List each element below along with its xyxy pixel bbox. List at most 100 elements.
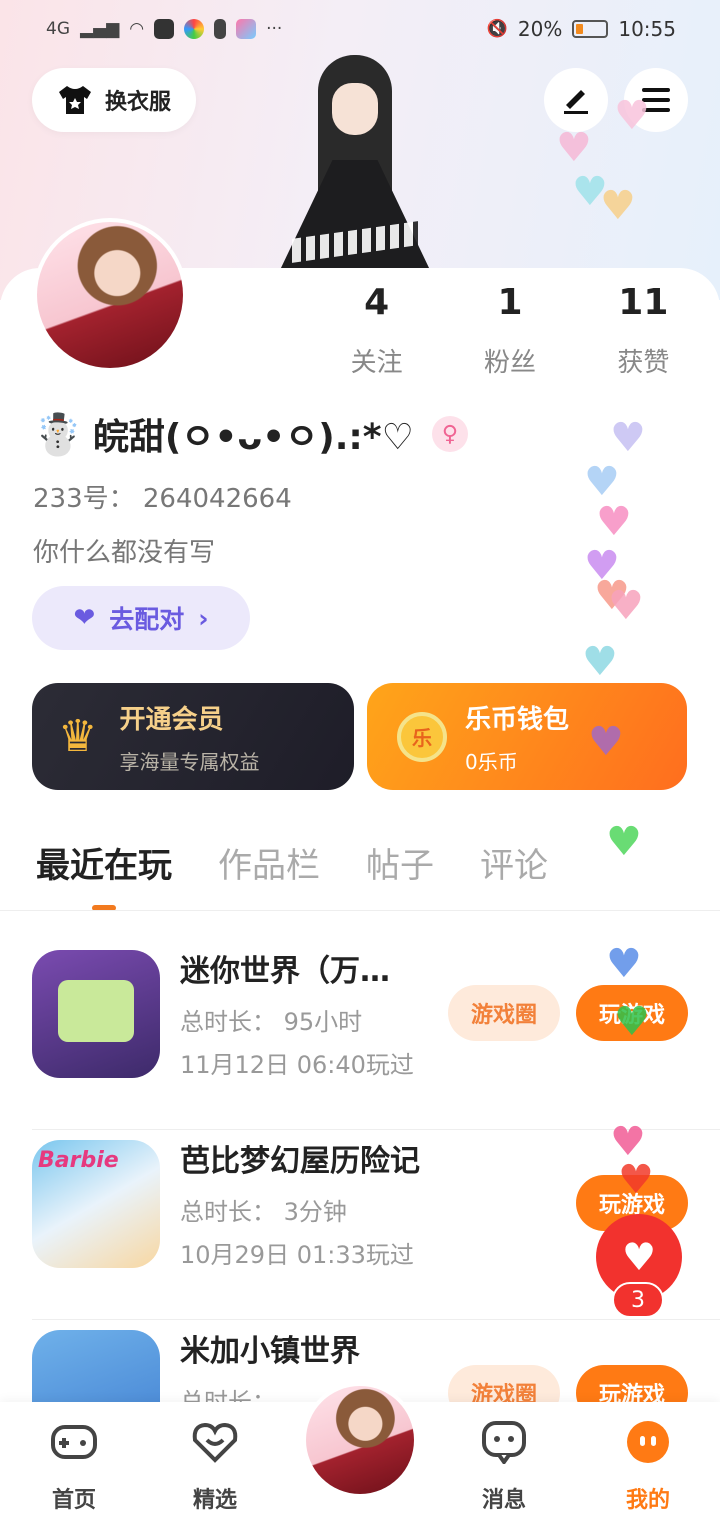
edit-profile-button[interactable] <box>544 68 608 132</box>
app-icon-4 <box>236 19 257 39</box>
nav-label: 首页 <box>51 1488 96 1513</box>
vip-subtitle: 享海量专属权益 <box>119 749 260 774</box>
floating-heart-icon: ♥ <box>608 583 644 629</box>
nickname-row: ☃️ 皖甜(ㅇ•ᴗ•ㅇ).:*♡ ♀ <box>33 408 468 460</box>
floating-heart-icon: ♥ <box>618 1157 654 1203</box>
stat-likes[interactable]: 11 获赞 <box>577 280 710 379</box>
status-right: 🔇 20% 10:55 <box>487 17 676 41</box>
floating-heart-icon: ♥ <box>588 719 624 765</box>
floating-heart-icon: ♥ <box>584 459 620 505</box>
profile-avatar[interactable] <box>33 218 187 372</box>
profile-stats: 4 关注 1 粉丝 11 获赞 <box>310 280 710 379</box>
game-name: 米加小镇世界 <box>180 1334 360 1369</box>
vip-card[interactable]: ♛ 开通会员 享海量专属权益 <box>32 683 354 790</box>
female-icon: ♀ <box>431 416 468 452</box>
pair-button[interactable]: ❤ 去配对 › <box>32 586 250 650</box>
game-name: 芭比梦幻屋历险记 <box>180 1144 420 1179</box>
nav-avatar[interactable] <box>302 1382 418 1498</box>
floating-heart-icon: ♥ <box>596 499 632 545</box>
app-icon-3 <box>214 19 227 39</box>
signal-indicator: 4G <box>46 19 70 39</box>
floating-heart-icon: ♥ <box>606 819 642 865</box>
avatar-image <box>37 222 183 368</box>
chat-icon <box>480 1420 528 1464</box>
dress-up-label: 换衣服 <box>104 90 171 115</box>
game-icon[interactable] <box>32 950 160 1078</box>
bio[interactable]: 你什么都没有写 <box>33 532 215 569</box>
avatar-character[interactable] <box>270 55 440 270</box>
status-left: 4G ▂▄▆ ◠ ··· <box>46 19 282 39</box>
stat-value: 4 <box>364 282 390 323</box>
nav-messages[interactable]: 消息 <box>454 1420 554 1514</box>
wifi-icon: ◠ <box>129 19 145 39</box>
wallet-card[interactable]: 乐 乐币钱包 0乐币 <box>367 683 687 790</box>
heart-icon: ♥ <box>621 1235 657 1279</box>
tab-works[interactable]: 作品栏 <box>218 838 320 905</box>
app-icon-1 <box>154 19 175 39</box>
floating-heart-icon: ♥ <box>556 125 592 171</box>
game-last-played: 11月12日 06:40玩过 <box>180 1051 414 1079</box>
wallet-title: 乐币钱包 <box>465 704 570 735</box>
floating-heart-icon: ♥ <box>610 415 646 461</box>
more-notifications-icon: ··· <box>266 19 283 39</box>
dress-up-button[interactable]: 换衣服 <box>32 68 196 132</box>
tshirt-icon <box>58 86 91 114</box>
chevron-right-icon: › <box>198 603 209 633</box>
stat-label: 获赞 <box>617 348 670 378</box>
wallet-text: 乐币钱包 0乐币 <box>465 699 569 775</box>
face-icon <box>624 1420 672 1464</box>
divider <box>0 910 720 911</box>
floating-heart-icon: ♥ <box>614 999 650 1045</box>
game-info: 芭比梦幻屋历险记 总时长： 3分钟 10月29日 01:33玩过 <box>180 1140 450 1319</box>
mute-icon: 🔇 <box>486 19 508 39</box>
stat-value: 1 <box>497 282 523 323</box>
wallet-subtitle: 0乐币 <box>465 749 518 774</box>
tab-recent[interactable]: 最近在玩 <box>36 838 172 905</box>
pair-label: 去配对 <box>109 605 185 634</box>
like-count-badge: 3 <box>612 1282 664 1318</box>
purple-heart-icon: ❤ <box>73 603 96 633</box>
stat-following[interactable]: 4 关注 <box>310 280 443 379</box>
game-last-played: 10月29日 01:33玩过 <box>180 1241 414 1269</box>
nav-label: 消息 <box>481 1488 526 1513</box>
floating-heart-icon: ♥ <box>614 93 650 139</box>
tab-comments[interactable]: 评论 <box>480 838 548 905</box>
nav-featured[interactable]: 精选 <box>165 1420 265 1514</box>
nav-label: 精选 <box>192 1488 237 1513</box>
stat-label: 关注 <box>350 348 403 378</box>
edit-icon <box>564 90 588 114</box>
game-info: 迷你世界（万… 总时长： 95小时 11月12日 06:40玩过 <box>180 950 450 1129</box>
game-icon[interactable] <box>32 1140 160 1268</box>
game-duration: 总时长： 95小时 <box>180 1008 363 1036</box>
heart-badge-icon <box>191 1420 239 1464</box>
clock: 10:55 <box>618 17 676 41</box>
floating-heart-icon: ♥ <box>582 639 618 685</box>
vip-text: 开通会员 享海量专属权益 <box>119 699 259 775</box>
avatar-icon <box>306 1386 414 1494</box>
crown-icon: ♛ <box>58 711 98 762</box>
app-icon-2 <box>184 19 205 39</box>
floating-heart-icon: ♥ <box>606 941 642 987</box>
nav-label: 我的 <box>625 1488 670 1513</box>
game-circle-button[interactable]: 游戏圈 <box>448 985 560 1041</box>
signal-bars-icon: ▂▄▆ <box>80 19 120 39</box>
tab-posts[interactable]: 帖子 <box>366 838 434 905</box>
floating-heart-icon: ♥ <box>600 183 636 229</box>
battery-icon <box>572 20 609 38</box>
vip-title: 开通会员 <box>119 704 224 735</box>
floating-heart-icon: ♥ <box>610 1119 646 1165</box>
snowman-icon: ☃️ <box>33 411 83 458</box>
nav-home[interactable]: 首页 <box>24 1420 124 1514</box>
bottom-nav: 首页 精选 消息 我的 <box>0 1382 720 1520</box>
coin-icon: 乐 <box>397 711 447 762</box>
stat-value: 11 <box>618 282 669 323</box>
nav-mine[interactable]: 我的 <box>598 1420 698 1514</box>
game-duration: 总时长： 3分钟 <box>180 1198 347 1226</box>
stat-label: 粉丝 <box>483 348 536 378</box>
battery-percent: 20% <box>517 17 563 41</box>
status-bar: 4G ▂▄▆ ◠ ··· 🔇 20% 10:55 <box>0 0 720 58</box>
character-face <box>332 83 378 135</box>
stat-fans[interactable]: 1 粉丝 <box>443 280 576 379</box>
user-id[interactable]: 233号： 264042664 <box>33 478 292 515</box>
nickname: 皖甜(ㅇ•ᴗ•ㅇ).:*♡ <box>92 417 414 458</box>
